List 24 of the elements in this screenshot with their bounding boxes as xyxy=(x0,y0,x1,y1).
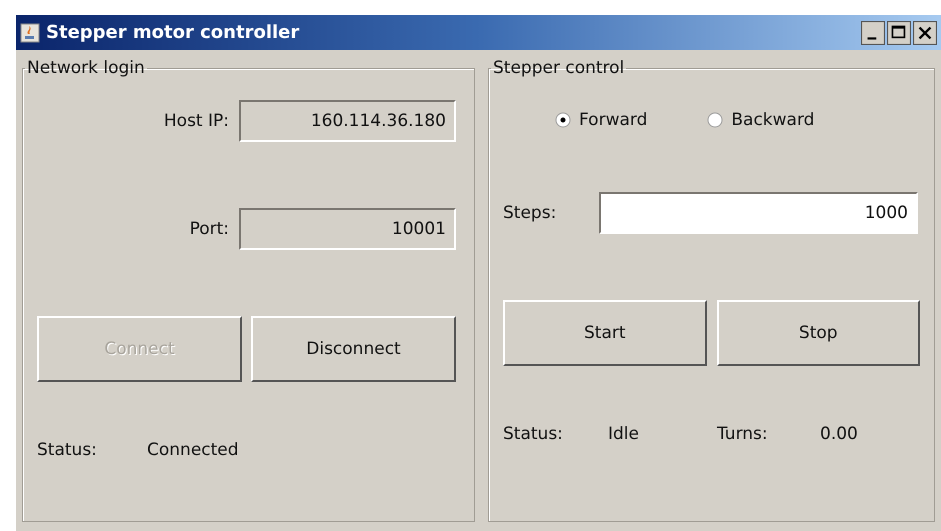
direction-radio[interactable]: Backward xyxy=(707,110,814,130)
status-label: Status: xyxy=(503,424,564,444)
radio-icon[interactable] xyxy=(707,112,724,128)
panel-title: Stepper control xyxy=(492,58,626,78)
push-button[interactable]: Start xyxy=(503,300,706,366)
java-cup-icon xyxy=(20,22,40,42)
status-value: Connected xyxy=(147,440,239,460)
field-label: Host IP: xyxy=(162,111,229,131)
panel-title: Network login xyxy=(26,58,146,78)
push-button[interactable]: Stop xyxy=(716,300,920,366)
push-button[interactable]: Disconnect xyxy=(251,316,456,382)
window-title: Stepper motor controller xyxy=(46,22,300,43)
turns-label: Turns: xyxy=(717,424,769,444)
status-value: Idle xyxy=(608,424,640,444)
steps-field[interactable]: 1000 xyxy=(599,192,918,234)
status-label: Status: xyxy=(37,440,98,460)
direction-radio[interactable]: Forward xyxy=(555,110,648,130)
maximize-icon[interactable] xyxy=(887,20,911,44)
turns-value: 0.00 xyxy=(820,424,858,444)
minimize-icon[interactable] xyxy=(861,20,885,44)
radio-icon[interactable] xyxy=(555,112,571,128)
field-label: Port: xyxy=(188,219,229,239)
close-icon[interactable] xyxy=(913,20,937,44)
field-label: Steps: xyxy=(503,203,558,223)
